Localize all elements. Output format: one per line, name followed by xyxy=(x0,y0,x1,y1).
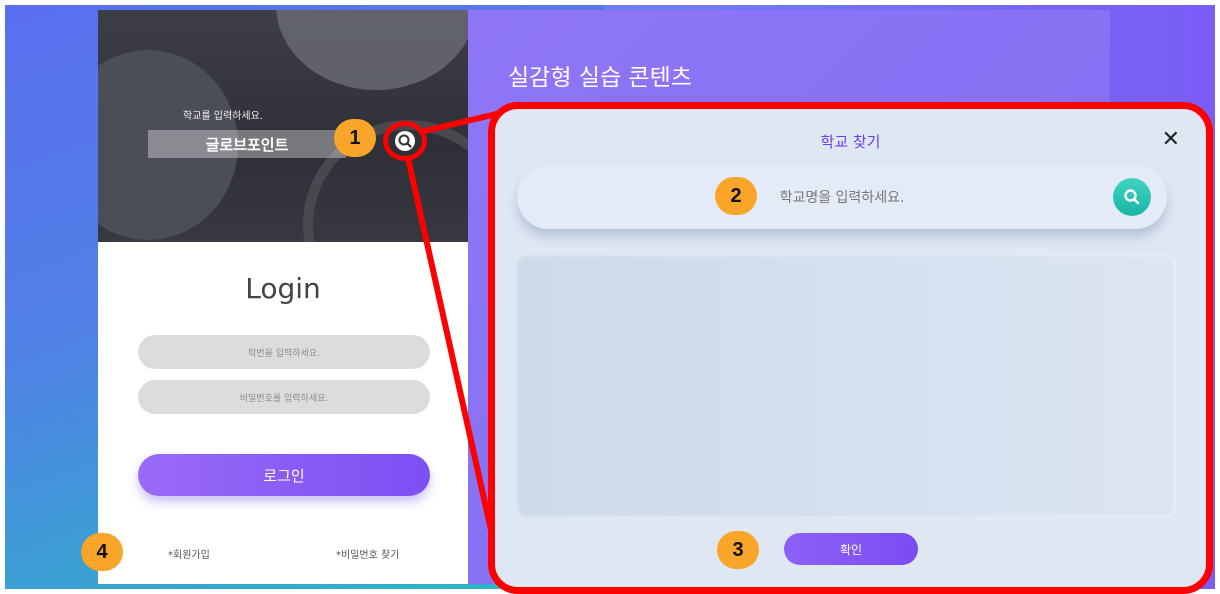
school-field[interactable]: 글로브포인트 xyxy=(148,130,346,158)
hero-decoration xyxy=(276,10,468,90)
signup-link[interactable]: *회원가입 xyxy=(168,546,210,561)
login-title: Login xyxy=(245,272,321,305)
school-search-button[interactable] xyxy=(383,121,427,161)
close-icon[interactable]: ✕ xyxy=(1162,129,1180,151)
callout-badge-4: 4 xyxy=(81,533,123,571)
school-value: 글로브포인트 xyxy=(205,135,289,154)
school-prompt: 학교를 입력하세요. xyxy=(183,111,263,122)
callout-badge-1: 1 xyxy=(334,119,376,157)
search-icon xyxy=(1124,189,1140,205)
login-card: 학교를 입력하세요. 글로브포인트 Login 학번을 입력하세요. 비밀번호를… xyxy=(98,10,468,584)
find-password-link[interactable]: *비밀번호 찾기 xyxy=(336,546,399,561)
modal-search-button[interactable] xyxy=(1113,178,1151,216)
search-icon xyxy=(395,131,415,151)
confirm-button[interactable]: 확인 xyxy=(784,533,918,565)
school-results-list[interactable] xyxy=(516,254,1176,518)
student-id-input[interactable]: 학번을 입력하세요. xyxy=(138,335,430,369)
content-title: 실감형 실습 콘텐츠 xyxy=(508,65,692,91)
student-id-placeholder: 학번을 입력하세요. xyxy=(248,348,320,359)
modal-title: 학교 찾기 xyxy=(820,133,881,151)
callout-badge-3: 3 xyxy=(717,531,759,569)
search-placeholder: 학교명을 입력하세요. xyxy=(779,190,905,206)
password-input[interactable]: 비밀번호를 입력하세요. xyxy=(138,380,430,414)
callout-badge-2: 2 xyxy=(715,177,757,215)
school-name-search-input[interactable]: 학교명을 입력하세요. xyxy=(517,165,1167,229)
login-button-label: 로그인 xyxy=(263,466,305,485)
password-placeholder: 비밀번호를 입력하세요. xyxy=(239,393,329,404)
school-search-modal: 학교 찾기 ✕ 학교명을 입력하세요. 확인 xyxy=(488,102,1213,594)
confirm-button-label: 확인 xyxy=(839,542,863,557)
login-button[interactable]: 로그인 xyxy=(138,454,430,496)
